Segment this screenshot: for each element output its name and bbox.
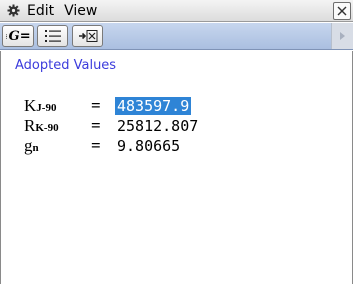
constant-value[interactable]: 25812.807 xyxy=(117,117,198,135)
toolbar-scroll-right[interactable] xyxy=(331,23,353,49)
insert-matrix-button[interactable] xyxy=(72,25,103,47)
equals-sign: = xyxy=(91,136,101,155)
scroll-right-icon xyxy=(339,32,345,40)
gear-icon[interactable] xyxy=(6,4,20,18)
menu-view[interactable]: View xyxy=(59,0,102,22)
insert-matrix-icon xyxy=(78,30,97,42)
constant-value[interactable]: 9.80665 xyxy=(117,137,180,155)
list-button[interactable] xyxy=(37,25,68,47)
main-content xyxy=(0,51,353,284)
close-button[interactable] xyxy=(333,2,351,20)
graph-equation-icon: ⁝G= xyxy=(5,28,31,44)
section-title: Adopted Values xyxy=(15,58,117,73)
graph-equation-button[interactable]: ⁝G= xyxy=(2,25,34,47)
constant-value-selected[interactable]: 483597.9 xyxy=(115,97,192,115)
equals-sign: = xyxy=(91,96,101,115)
toolbar: ⁝G= xyxy=(0,23,353,50)
constant-symbol: KJ-90 xyxy=(24,96,57,115)
constant-symbol: gn xyxy=(24,136,39,155)
constant-symbol: RK-90 xyxy=(24,116,59,135)
menu-bar: Edit View xyxy=(0,0,353,22)
list-icon xyxy=(44,30,61,42)
menu-edit[interactable]: Edit xyxy=(22,0,59,22)
equals-sign: = xyxy=(91,116,101,135)
close-icon xyxy=(337,6,347,16)
